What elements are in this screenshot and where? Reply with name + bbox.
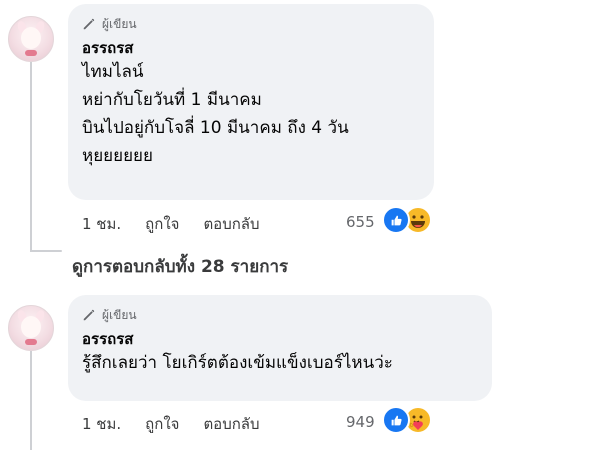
reply-link[interactable]: ตอบกลับ [203,412,259,436]
like-link[interactable]: ถูกใจ [145,412,179,436]
thread-line [30,350,32,450]
reactions[interactable] [382,406,432,434]
comment-time[interactable]: 1 ชม. [82,212,121,236]
comment-time[interactable]: 1 ชม. [82,412,121,436]
pencil-icon [83,18,95,30]
thread-line-curve [30,250,62,252]
author-badge: ผู้เขียน [82,305,478,325]
like-link[interactable]: ถูกใจ [145,212,179,236]
author-badge-label: ผู้เขียน [102,307,137,322]
author-badge: ผู้เขียน [82,14,420,34]
comment-actions: 1 ชม. ถูกใจ ตอบกลับ [82,412,260,436]
like-icon [382,206,410,234]
author-badge-label: ผู้เขียน [102,16,137,31]
comment-line: บินไปอยู่กับโจลี่ 10 มีนาคม ถึง 4 วัน [82,118,349,138]
pencil-icon [83,309,95,321]
reply-link[interactable]: ตอบกลับ [203,212,259,236]
comment-line: ไทมไลน์ [82,62,144,82]
view-replies-link[interactable]: ดูการตอบกลับทั้ง 28 รายการ [72,253,288,280]
reactions[interactable] [382,206,432,234]
reaction-count[interactable]: 949 [346,413,375,431]
like-icon [382,406,410,434]
comment-line: หุยยยยยย [82,146,153,166]
avatar[interactable] [8,16,54,62]
reaction-count[interactable]: 655 [346,213,375,231]
comment-author[interactable]: อรรถรส [82,38,420,58]
comment-line: รู้สึกเลยว่า โยเกิร์ตต้องเข้มแข็งเบอร์ไห… [82,353,393,373]
comment-bubble: ผู้เขียน อรรถรส รู้สึกเลยว่า โยเกิร์ตต้อ… [68,295,492,401]
comment-line: หย่ากับโยวันที่ 1 มีนาคม [82,90,262,110]
avatar[interactable] [8,305,54,351]
thread-line [30,62,32,252]
comment-author[interactable]: อรรถรส [82,329,478,349]
comment-bubble: ผู้เขียน อรรถรส ไทมไลน์ หย่ากับโยวันที่ … [68,4,434,200]
comment-actions: 1 ชม. ถูกใจ ตอบกลับ [82,212,260,236]
